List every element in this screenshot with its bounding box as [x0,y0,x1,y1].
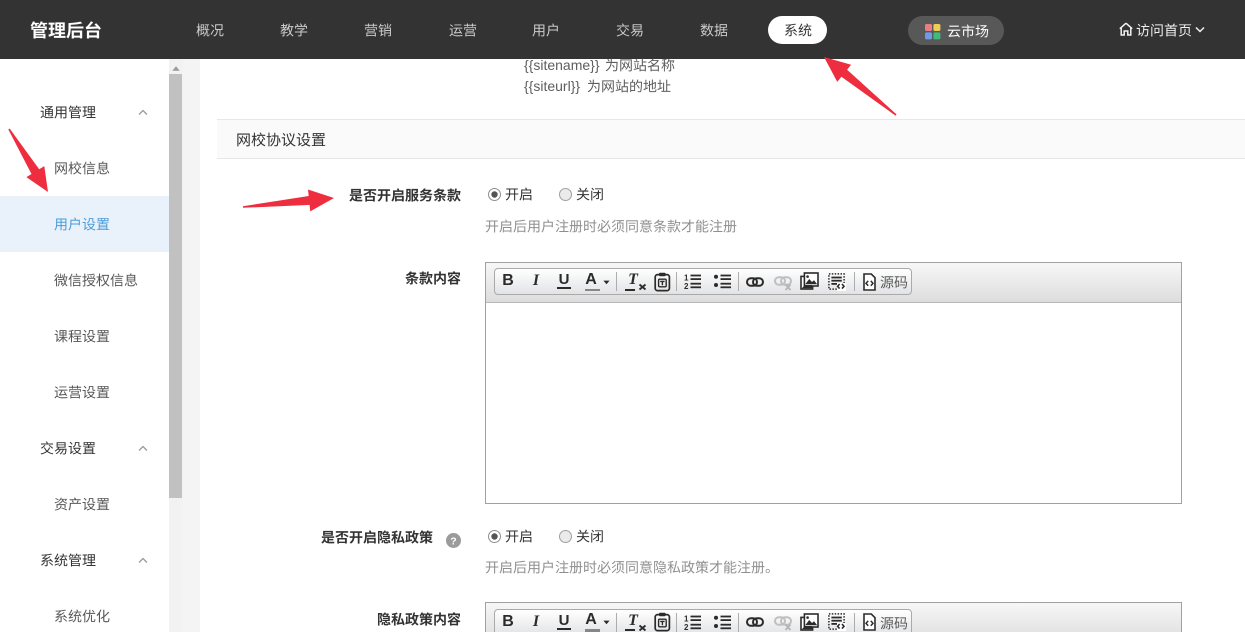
svg-text:?: ? [450,535,456,547]
svg-text:2: 2 [684,623,689,630]
svg-text:2: 2 [684,282,689,289]
